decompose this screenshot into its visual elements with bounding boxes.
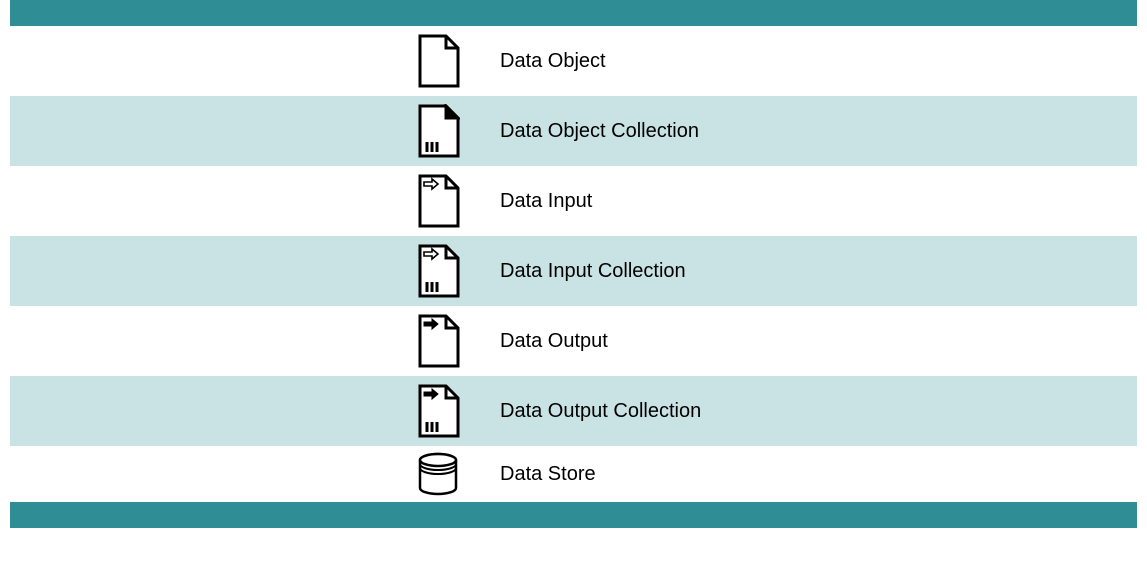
row-data-input-collection: Data Input Collection <box>10 236 1137 306</box>
row-data-object-collection: Data Object Collection <box>10 96 1137 166</box>
row-data-input: Data Input <box>10 166 1137 236</box>
data-object-collection-icon <box>418 104 460 158</box>
icon-cell <box>10 34 500 88</box>
data-store-icon <box>416 452 460 496</box>
icon-cell <box>10 384 500 438</box>
data-input-icon <box>418 174 460 228</box>
data-output-collection-icon <box>418 384 460 438</box>
data-output-icon <box>418 314 460 368</box>
row-label: Data Output Collection <box>500 400 1137 423</box>
row-label: Data Store <box>500 463 1137 486</box>
icon-cell <box>10 174 500 228</box>
bottom-rule <box>10 502 1137 528</box>
row-data-output-collection: Data Output Collection <box>10 376 1137 446</box>
row-label: Data Object <box>500 50 1137 73</box>
row-data-object: Data Object <box>10 26 1137 96</box>
data-input-collection-icon <box>418 244 460 298</box>
data-object-icon <box>418 34 460 88</box>
row-data-output: Data Output <box>10 306 1137 376</box>
row-data-store: Data Store <box>10 446 1137 502</box>
icon-cell <box>10 104 500 158</box>
row-label: Data Input <box>500 190 1137 213</box>
icon-cell <box>10 244 500 298</box>
row-label: Data Object Collection <box>500 120 1137 143</box>
icon-cell <box>10 314 500 368</box>
icon-cell <box>10 452 500 496</box>
row-label: Data Input Collection <box>500 260 1137 283</box>
row-label: Data Output <box>500 330 1137 353</box>
top-rule <box>10 0 1137 26</box>
